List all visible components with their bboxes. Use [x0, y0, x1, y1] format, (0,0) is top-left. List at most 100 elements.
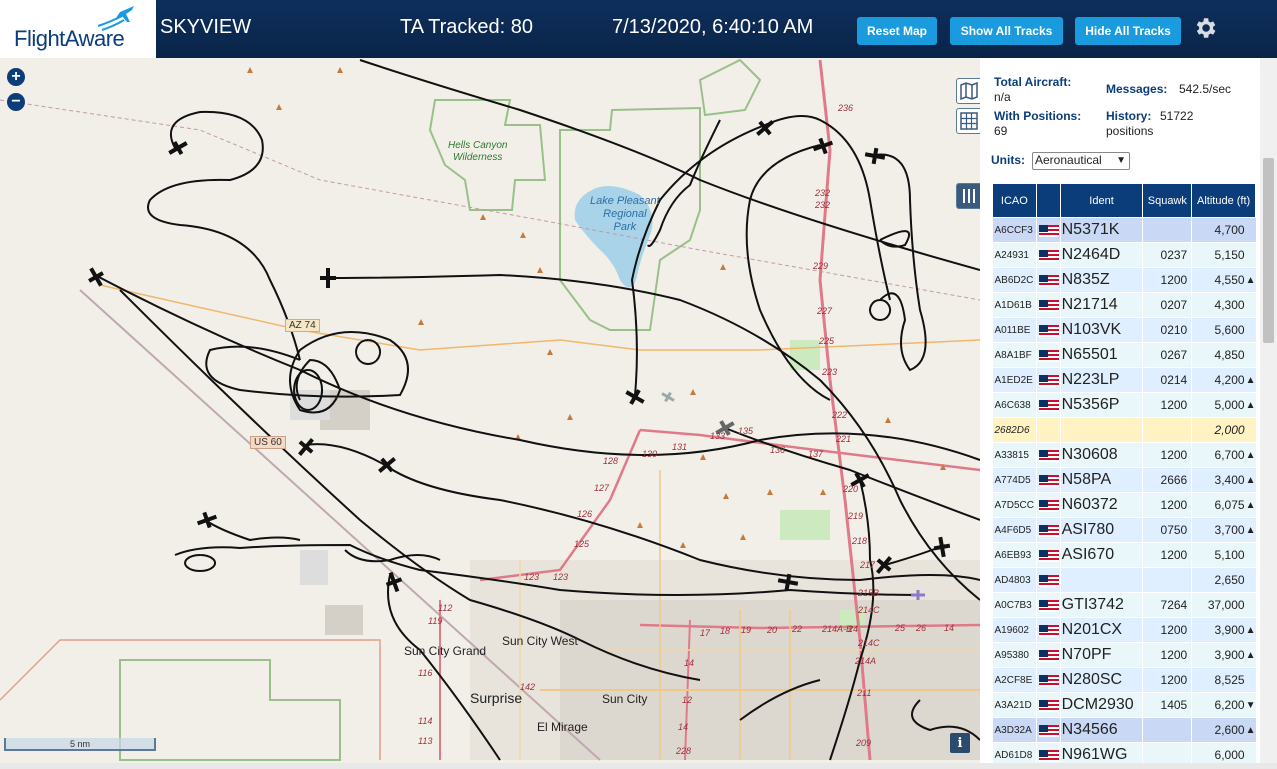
table-row[interactable]: A33815 N30608 1200 6,700 ▲ [992, 442, 1256, 468]
road-number: 232 [815, 188, 831, 198]
altitude-cell: 6,700 [1191, 442, 1246, 468]
info-button[interactable]: i [950, 733, 970, 753]
table-row[interactable]: AB6D2C N835Z 1200 4,550 ▲ [992, 267, 1256, 293]
ident-cell: N21714 [1060, 292, 1144, 318]
altitude-trend-icon: ▲ [1245, 392, 1256, 418]
hide-all-tracks-button[interactable]: Hide All Tracks [1075, 17, 1181, 45]
show-all-tracks-button[interactable]: Show All Tracks [950, 17, 1063, 45]
table-row[interactable]: A774D5 N58PA 2666 3,400 ▲ [992, 467, 1256, 493]
table-row[interactable]: A8A1BF N65501 0267 4,850 [992, 342, 1256, 368]
horizontal-scrollbar[interactable] [0, 763, 1277, 769]
ident-cell: ASI670 [1060, 542, 1144, 568]
col-icao[interactable]: ICAO [992, 183, 1037, 218]
aircraft-table-container[interactable]: ICAO Ident Squawk Altitude (ft) A6CCF3 N5… [992, 183, 1256, 763]
gear-icon[interactable] [1192, 15, 1218, 41]
table-row[interactable]: A19602 N201CX 1200 3,900 ▲ [992, 617, 1256, 643]
table-row[interactable]: A4F6D5 ASI780 0750 3,700 ▲ [992, 517, 1256, 543]
table-row[interactable]: A6C638 N5356P 1200 5,000 ▲ [992, 392, 1256, 418]
table-row[interactable]: A6EB93 ASI670 1200 5,100 [992, 542, 1256, 568]
map-layers-button[interactable] [956, 78, 980, 104]
us-flag-icon [1038, 549, 1059, 562]
table-row[interactable]: A011BE N103VK 0210 5,600 [992, 317, 1256, 343]
vertical-scrollbar[interactable] [1260, 58, 1277, 763]
history-unit: positions [1106, 124, 1154, 138]
road-number: 24 [848, 624, 859, 634]
road-number: 19 [741, 625, 752, 635]
columns-button[interactable] [956, 183, 980, 209]
grid-button[interactable] [956, 108, 980, 134]
squawk-cell: 0210 [1142, 317, 1193, 343]
road-number: 112 [438, 603, 453, 613]
ident-cell: N2464D [1060, 242, 1144, 268]
messages-label: Messages: [1106, 82, 1168, 96]
us-flag-icon [1038, 624, 1059, 637]
flightaware-logo[interactable]: FlightAware [0, 0, 156, 58]
flag-cell [1036, 217, 1061, 243]
table-row[interactable]: 2682D6 2,000 [992, 417, 1256, 443]
table-row[interactable]: A7D5CC N60372 1200 6,075 ▲ [992, 492, 1256, 518]
us-flag-icon [1038, 349, 1059, 362]
altitude-cell: 5,150 [1191, 242, 1246, 268]
road-number: 20 [767, 625, 778, 635]
ident-cell: N60372 [1060, 492, 1144, 518]
ident-cell: N65501 [1060, 342, 1144, 368]
table-row[interactable]: A24931 N2464D 0237 5,150 [992, 242, 1256, 268]
zoom-out-button[interactable]: − [7, 93, 25, 111]
altitude-cell: 5,000 [1191, 392, 1246, 418]
map-canvas[interactable]: Hells Canyon Wilderness Lake Pleasant Re… [0, 58, 980, 763]
az74-shield: AZ 74 [285, 319, 320, 332]
reset-map-button[interactable]: Reset Map [857, 17, 937, 45]
table-row[interactable]: A1D61B N21714 0207 4,300 [992, 292, 1256, 318]
ident-cell: GTI3742 [1060, 592, 1144, 618]
aircraft-table: ICAO Ident Squawk Altitude (ft) A6CCF3 N5… [992, 183, 1256, 763]
icao-cell: A95380 [992, 642, 1037, 668]
zoom-in-button[interactable]: + [7, 68, 25, 86]
road-number: 214A [855, 656, 877, 666]
icao-cell: AB6D2C [992, 267, 1037, 293]
us-flag-icon [1038, 449, 1059, 462]
squawk-cell: 7264 [1142, 592, 1193, 618]
road-number: 14 [944, 623, 955, 633]
altitude-trend-icon: ▼ [1245, 692, 1256, 718]
altitude-cell: 5,600 [1191, 317, 1246, 343]
col-altitude[interactable]: Altitude (ft) [1191, 183, 1256, 218]
table-row[interactable]: AD61D8 N961WG 6,000 [992, 742, 1256, 763]
altitude-cell: 2,600 [1191, 717, 1246, 743]
table-row[interactable]: A2CF8E N280SC 1200 8,525 [992, 667, 1256, 693]
table-row[interactable]: A1ED2E N223LP 0214 4,200 ▲ [992, 367, 1256, 393]
flag-cell [1036, 442, 1061, 468]
table-row[interactable]: A3D32A N34566 2,600 ▲ [992, 717, 1256, 743]
app-name: SKYVIEW [160, 16, 252, 38]
ident-cell: ASI780 [1060, 517, 1144, 543]
col-ident[interactable]: Ident [1059, 183, 1144, 218]
col-squawk[interactable]: Squawk [1142, 183, 1193, 218]
flag-cell [1036, 517, 1061, 543]
datetime: 7/13/2020, 6:40:10 AM [612, 16, 814, 38]
us-flag-icon [1038, 574, 1059, 587]
altitude-cell: 37,000 [1191, 592, 1246, 618]
col-flag[interactable] [1035, 183, 1061, 218]
scrollbar-thumb[interactable] [1263, 158, 1274, 343]
us-flag-icon [1038, 249, 1059, 262]
table-row[interactable]: AD4803 2,650 [992, 567, 1256, 593]
altitude-cell: 3,900 [1191, 642, 1246, 668]
ident-cell: N835Z [1060, 267, 1144, 293]
us-flag-icon [1038, 474, 1059, 487]
table-row[interactable]: A0C7B3 GTI3742 7264 37,000 [992, 592, 1256, 618]
flag-cell [1036, 467, 1061, 493]
altitude-cell: 4,850 [1191, 342, 1246, 368]
flag-cell [1036, 642, 1061, 668]
icao-cell: A33815 [992, 442, 1037, 468]
road-number: 14 [684, 658, 695, 668]
ident-cell [1060, 567, 1144, 593]
table-row[interactable]: A3A21D DCM2930 1405 6,200 ▼ [992, 692, 1256, 718]
logo-text: FlightAware [14, 26, 125, 51]
table-row[interactable]: A6CCF3 N5371K 4,700 [992, 217, 1256, 243]
altitude-cell: 4,300 [1191, 292, 1246, 318]
altitude-cell: 4,550 [1191, 267, 1246, 293]
with-positions-value: 69 [994, 124, 1008, 138]
road-number: 131 [672, 442, 688, 452]
tracked-count: TA Tracked: 80 [400, 16, 534, 38]
table-row[interactable]: A95380 N70PF 1200 3,900 ▲ [992, 642, 1256, 668]
units-select[interactable]: Aeronautical ▼ [1032, 152, 1130, 170]
